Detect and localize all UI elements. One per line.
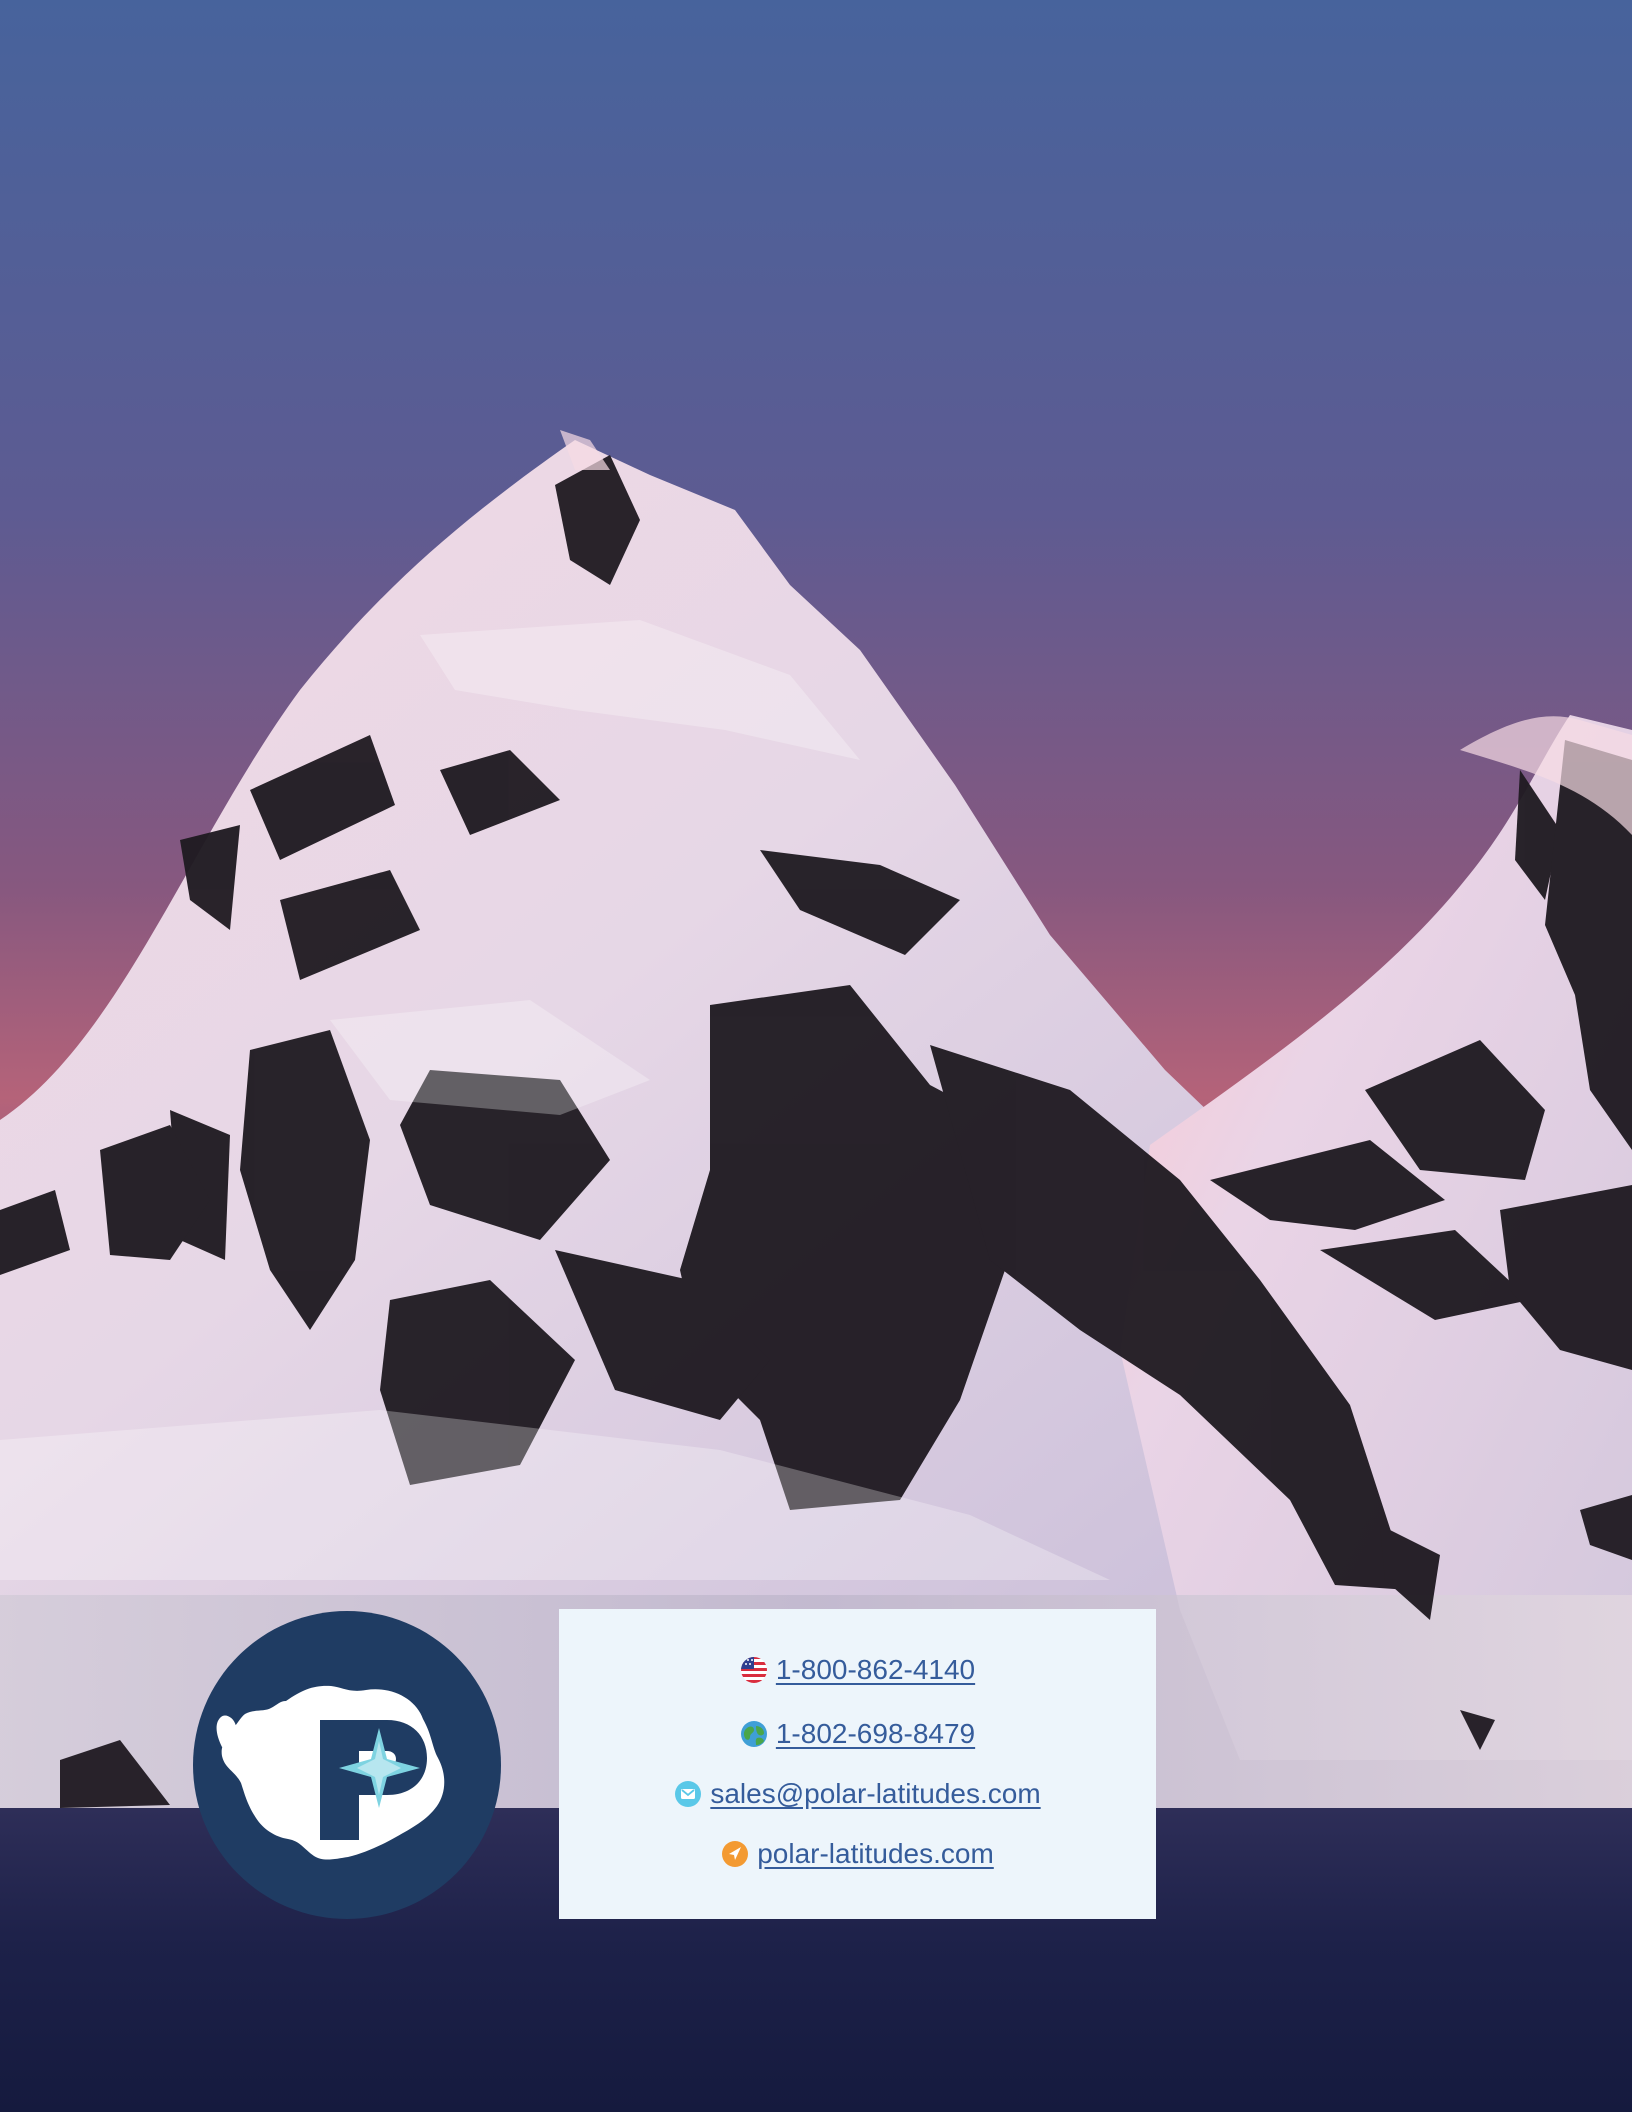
cover-page: 1-800-862-4140 1-802-698-8479 sales@pola… [0, 0, 1632, 2112]
us-phone-link[interactable]: 1-800-862-4140 [776, 1656, 975, 1684]
email-link[interactable]: sales@polar-latitudes.com [710, 1780, 1040, 1808]
globe-icon [740, 1721, 767, 1747]
website-row: polar-latitudes.com [559, 1840, 1156, 1868]
email-row: sales@polar-latitudes.com [559, 1780, 1156, 1808]
us-flag-icon [740, 1657, 767, 1683]
website-link[interactable]: polar-latitudes.com [757, 1840, 994, 1868]
international-phone-link[interactable]: 1-802-698-8479 [776, 1720, 975, 1748]
polar-latitudes-logo [193, 1611, 501, 1919]
contact-card: 1-800-862-4140 1-802-698-8479 sales@pola… [559, 1609, 1156, 1919]
us-phone-row: 1-800-862-4140 [559, 1656, 1156, 1684]
navigation-arrow-icon [722, 1841, 749, 1867]
mail-icon [675, 1781, 702, 1807]
international-phone-row: 1-802-698-8479 [559, 1720, 1156, 1748]
